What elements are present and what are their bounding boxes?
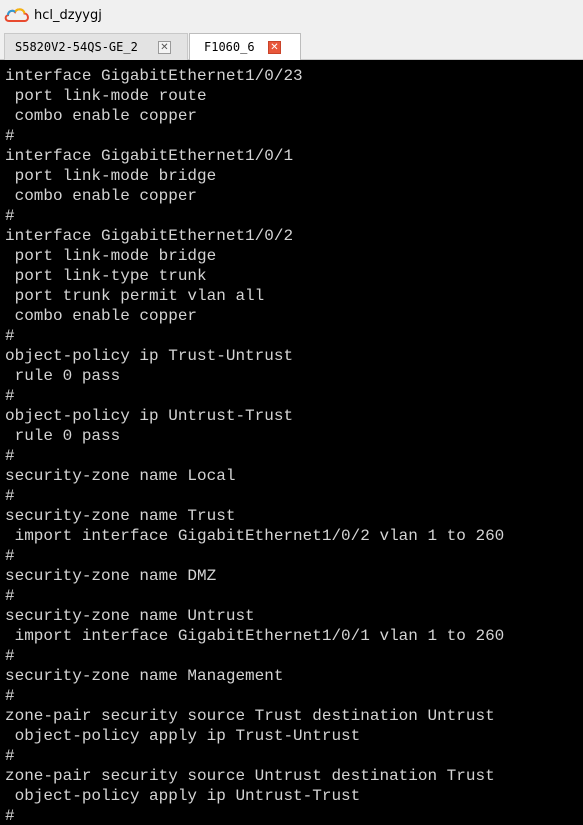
terminal-line: security-zone name Local [5,467,236,485]
terminal-line: security-zone name Management [5,667,284,685]
app-window: hcl_dzyygj S5820V2-54QS-GE_2 ✕ F1060_6 ✕… [0,0,583,825]
terminal-line: object-policy ip Untrust-Trust [5,407,294,425]
terminal-line: # [5,647,15,665]
terminal-line: port link-mode route [5,87,207,105]
terminal-line: security-zone name Trust [5,507,236,525]
terminal-line: object-policy ip Trust-Untrust [5,347,294,365]
terminal-line: object-policy apply ip Trust-Untrust [5,727,361,745]
terminal-line: # [5,447,15,465]
window-title: hcl_dzyygj [34,7,102,23]
terminal-line: port link-mode bridge [5,247,217,265]
terminal-line: zone-pair security source Trust destinat… [5,707,495,725]
terminal-line: rule 0 pass [5,427,121,445]
close-icon[interactable]: ✕ [158,41,171,54]
terminal-line: import interface GigabitEthernet1/0/2 vl… [5,527,505,545]
close-icon[interactable]: ✕ [268,41,281,54]
terminal-line: interface GigabitEthernet1/0/1 [5,147,294,165]
terminal-line: # [5,327,15,345]
title-bar: hcl_dzyygj [0,0,583,30]
terminal-line: # [5,587,15,605]
terminal-line: security-zone name DMZ [5,567,217,585]
tab-label: S5820V2-54QS-GE_2 [15,40,138,54]
terminal-line: # [5,387,15,405]
terminal-line: security-zone name Untrust [5,607,255,625]
tab-strip: S5820V2-54QS-GE_2 ✕ F1060_6 ✕ [0,30,583,61]
terminal-line: # [5,687,15,705]
terminal-line: # [5,487,15,505]
terminal-line: import interface GigabitEthernet1/0/1 vl… [5,627,505,645]
tab-label: F1060_6 [204,40,255,54]
terminal-line: # [5,127,15,145]
terminal-line: port link-type trunk [5,267,207,285]
terminal-line: combo enable copper [5,107,198,125]
terminal-line: # [5,547,15,565]
terminal-line: interface GigabitEthernet1/0/2 [5,227,294,245]
tab-s5820v2[interactable]: S5820V2-54QS-GE_2 ✕ [4,33,188,60]
terminal-line: zone-pair security source Untrust destin… [5,767,495,785]
terminal-line: interface GigabitEthernet1/0/23 [5,67,303,85]
terminal-line: # [5,747,15,765]
terminal-line: # [5,207,15,225]
terminal-lines: interface GigabitEthernet1/0/23 port lin… [5,66,504,825]
terminal-output[interactable]: interface GigabitEthernet1/0/23 port lin… [0,60,583,825]
tab-f1060[interactable]: F1060_6 ✕ [189,33,301,61]
terminal-line: combo enable copper [5,307,198,325]
terminal-line: object-policy apply ip Untrust-Trust [5,787,361,805]
terminal-line: combo enable copper [5,187,198,205]
terminal-line: port link-mode bridge [5,167,217,185]
cloud-logo-icon [4,7,30,23]
terminal-line: rule 0 pass [5,367,121,385]
terminal-line: port trunk permit vlan all [5,287,265,305]
terminal-line: # [5,807,15,825]
